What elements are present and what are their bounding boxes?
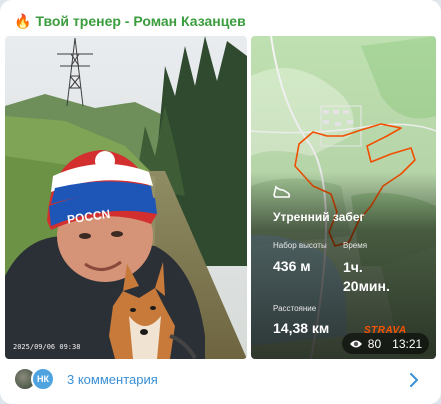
elevation-value: 436 м	[273, 258, 311, 274]
time-label: Время	[343, 241, 368, 250]
channel-title-row[interactable]: 🔥 Твой тренер - Роман Казанцев	[14, 10, 246, 32]
distance-value: 14,38 км	[273, 320, 330, 336]
selfie-image: POCCN	[5, 36, 247, 359]
views-count: 80	[367, 336, 382, 351]
time-value-hours: 1ч.	[343, 259, 363, 275]
post-time: 13:21	[392, 336, 423, 351]
comments-button[interactable]: НК 3 комментария	[0, 362, 441, 400]
distance-label: Расстояние	[273, 304, 317, 313]
message-card: 🔥 Твой тренер - Роман Казанцев POCCN 202…	[0, 0, 441, 404]
elevation-label: Набор высоты	[273, 241, 327, 250]
chevron-right-icon[interactable]	[409, 372, 419, 393]
time-value-minutes: 20мин.	[343, 278, 390, 294]
activity-title: Утренний забег	[273, 210, 365, 224]
avatar-initials: НК	[31, 367, 55, 391]
comments-label[interactable]: 3 комментария	[67, 372, 158, 387]
channel-title[interactable]: Твой тренер - Роман Казанцев	[35, 13, 245, 29]
fire-icon: 🔥	[14, 13, 32, 29]
photo-date: 2025/09/06 09:38	[13, 343, 81, 351]
commenter-avatars: НК	[13, 367, 57, 391]
selfie-photo[interactable]: POCCN 2025/09/06 09:38	[5, 36, 247, 359]
strava-screenshot[interactable]: Утренний забег Набор высоты Время 436 м …	[251, 36, 436, 359]
time-value: 1ч. 20мин.	[343, 258, 390, 296]
views-time-badge: 80 13:21	[342, 333, 429, 354]
eye-icon	[349, 339, 363, 349]
